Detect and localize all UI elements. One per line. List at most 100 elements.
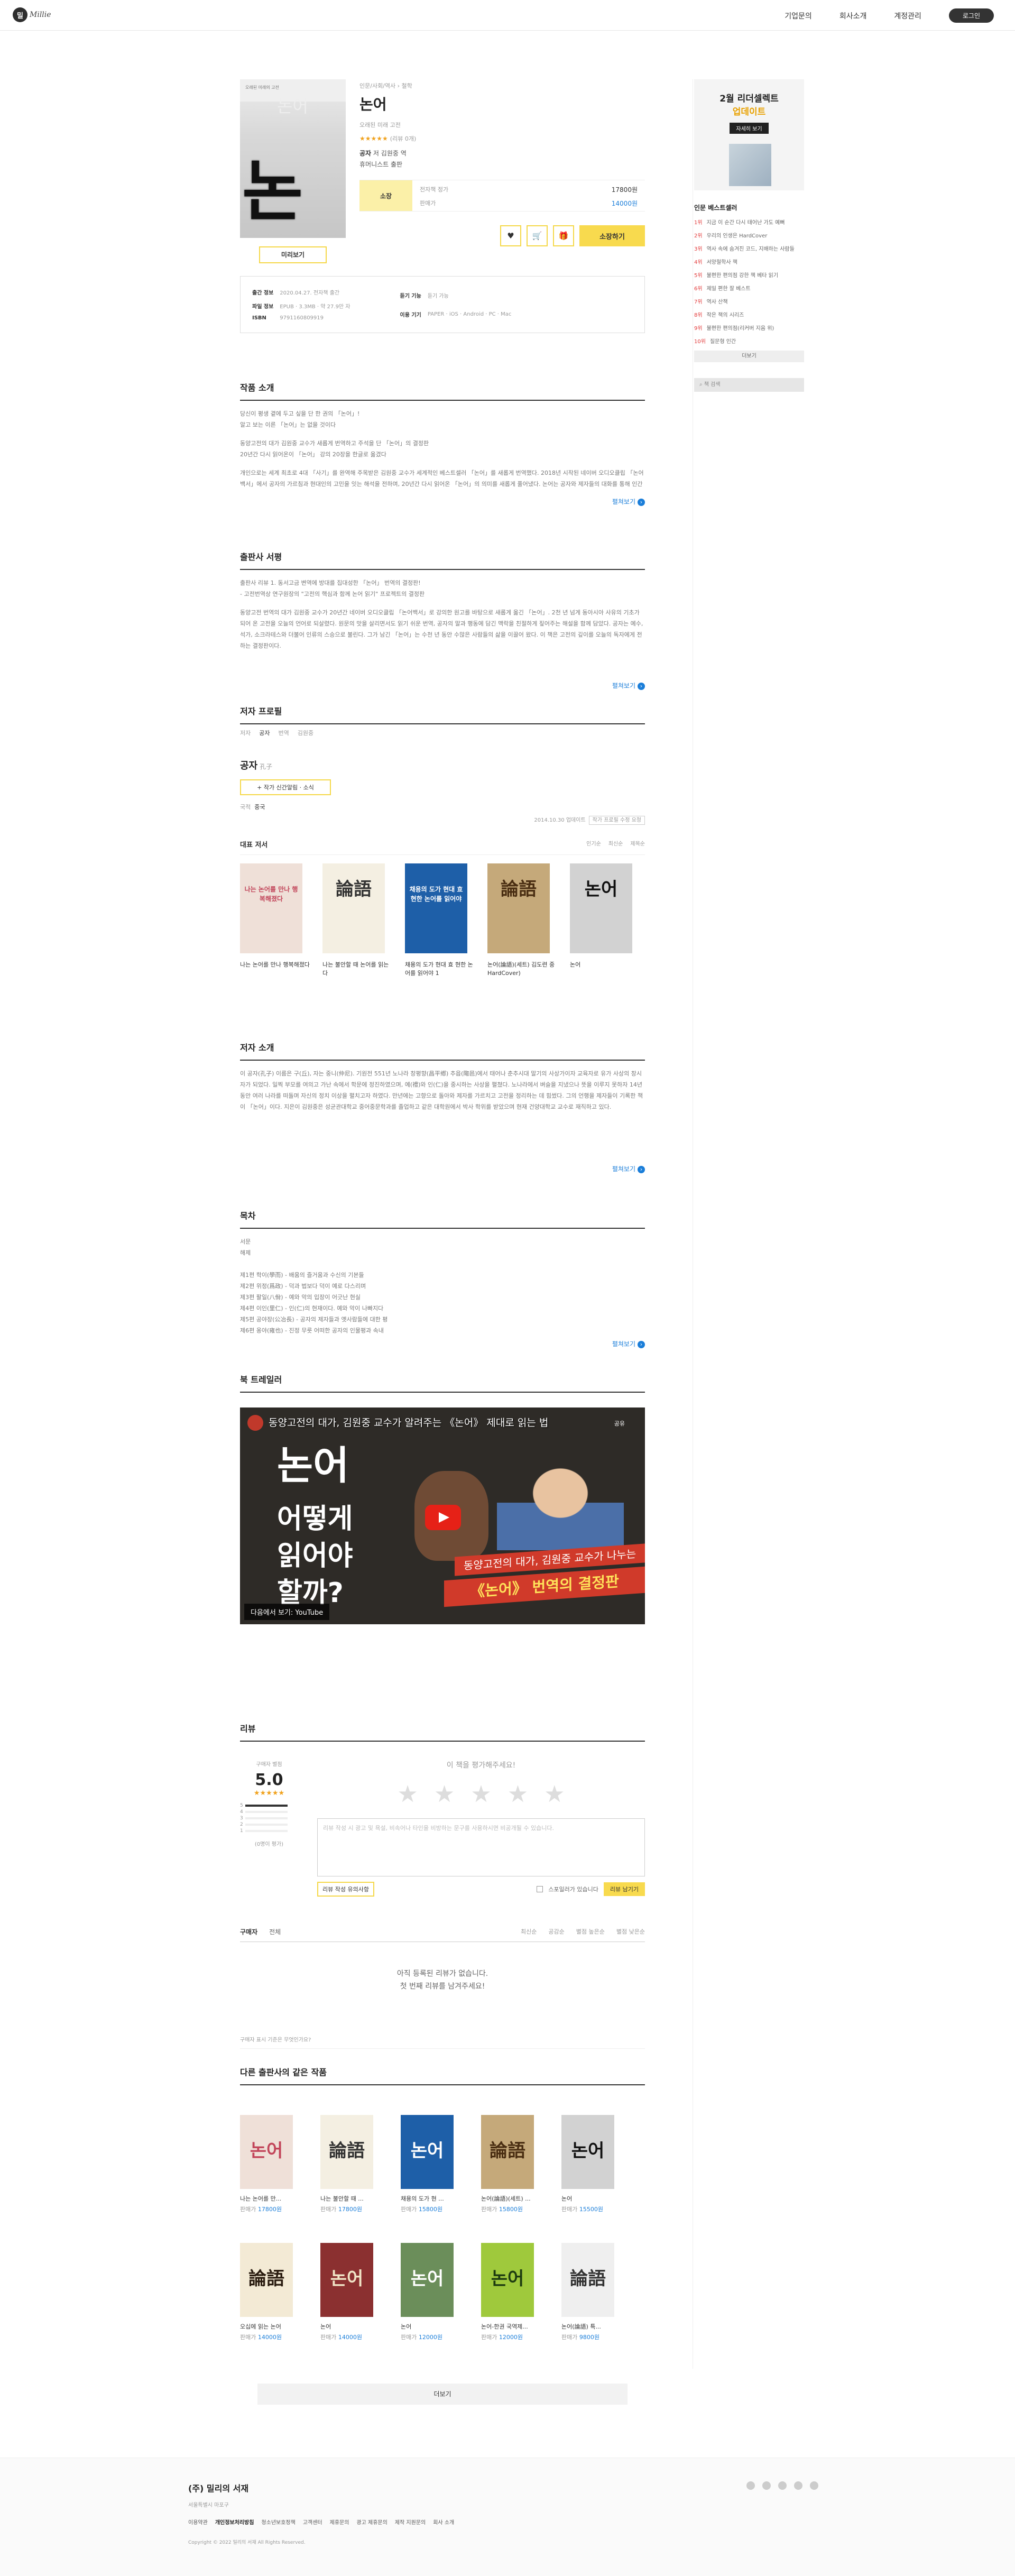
star-rating-icon[interactable]: ★ [434, 1781, 455, 1808]
more-button[interactable]: 더보기 [257, 2384, 628, 2405]
star-rating-icon[interactable]: ★ [508, 1781, 528, 1808]
profile-edit-request[interactable]: 작가 프로필 수정 요청 [588, 816, 645, 825]
promo-button[interactable]: 자세히 보기 [730, 123, 769, 134]
author-link[interactable]: 공자 [359, 150, 371, 157]
edition-title[interactable]: 나는 논어를 만... [240, 2194, 302, 2203]
author-tab-confucius[interactable]: 공자 [259, 729, 270, 737]
bestseller-item[interactable]: 8위 작은 책의 시리즈 [694, 309, 804, 322]
bestseller-item[interactable]: 2위 우리의 인생은 HardCover [694, 229, 804, 243]
footer-link[interactable]: 이용약관 [188, 2518, 208, 2526]
nav-company-info[interactable]: 회사소개 [839, 11, 867, 21]
book-cover[interactable]: 나는 논어를 만나 행복해졌다 [240, 863, 302, 953]
bestseller-item[interactable]: 1위 지금 이 순간 다시 태어난 가도 예뻐 [694, 216, 804, 229]
rep-book[interactable]: 論語 논어(論語)(세트) 김도련 중 HardCover) [487, 863, 558, 978]
book-cover[interactable]: 論語 [240, 2243, 293, 2317]
book-cover[interactable]: 논어 [401, 2243, 454, 2317]
facebook-icon[interactable] [778, 2481, 787, 2490]
edition-item[interactable]: 논어 논어 판매가 15500원 [561, 2115, 624, 2213]
expand-link[interactable]: 펼쳐보기 [240, 681, 645, 690]
expand-link[interactable]: 펼쳐보기 [240, 1164, 645, 1173]
rep-book-title[interactable]: 나는 논어를 만나 행복해졌다 [240, 961, 311, 978]
edition-item[interactable]: 논어 논어-한권 국역제... 판매가 12000원 [481, 2243, 543, 2341]
rep-book-title[interactable]: 논어(論語)(세트) 김도련 중 HardCover) [487, 961, 558, 978]
search-input[interactable]: ⌕ 책 검색 [694, 378, 804, 392]
tab-all[interactable]: 전체 [269, 1927, 281, 1936]
post-icon[interactable] [810, 2481, 818, 2490]
gift-icon[interactable]: 🎁 [553, 225, 574, 246]
bestseller-item[interactable]: 4위 서양철학사 책 [694, 256, 804, 269]
edition-title[interactable]: 오십에 읽는 논어 [240, 2322, 302, 2331]
trailer-video[interactable]: 동양고전의 대가, 김원중 교수가 알려주는 《논어》 제대로 읽는 법 공유 … [240, 1407, 645, 1624]
rep-sort-title[interactable]: 제목순 [630, 839, 645, 849]
rep-book[interactable]: 논어 논어 [570, 863, 641, 978]
rep-book[interactable]: 채용의 도가 현대 효 현한 논어를 읽어야 채용의 도가 현대 효 현한 논어를… [405, 863, 476, 978]
bestseller-more-button[interactable]: 더보기 [694, 351, 804, 362]
youtube-link[interactable]: 다음에서 보기: YouTube [244, 1604, 330, 1620]
rep-sort-latest[interactable]: 최신순 [608, 839, 623, 849]
star-rating-icon[interactable]: ★ [470, 1781, 491, 1808]
edition-title[interactable]: 논어(論語)(세트) ... [481, 2194, 543, 2203]
footer-link[interactable]: 청소년보호정책 [261, 2518, 295, 2526]
breadcrumb[interactable]: 인문/사회/역사 › 철학 [359, 81, 645, 90]
rep-book-title[interactable]: 채용의 도가 현대 효 현한 논어를 읽어야 1 [405, 961, 476, 978]
book-cover[interactable]: 論語 [561, 2243, 614, 2317]
bestseller-item[interactable]: 3위 역사 속에 숨겨진 코드, 지배하는 사람들 [694, 243, 804, 256]
share-icon[interactable]: 공유 [614, 1419, 625, 1428]
bestseller-item[interactable]: 10위 질문형 인간 [694, 335, 804, 348]
publisher[interactable]: 휴머니스트 출판 [359, 159, 645, 170]
book-cover[interactable]: 論語 [487, 863, 550, 953]
book-cover[interactable]: 논어 [320, 2243, 373, 2317]
edition-item[interactable]: 論語 논어(論語)(세트) ... 판매가 15800원 [481, 2115, 543, 2213]
footer-link[interactable]: 제휴문의 [330, 2518, 349, 2526]
edition-title[interactable]: 논어 [320, 2322, 383, 2331]
youtube-icon[interactable] [746, 2481, 755, 2490]
rep-sort-popular[interactable]: 인기순 [586, 839, 601, 849]
book-cover[interactable]: 論語 [322, 863, 385, 953]
book-cover[interactable]: 논어 [240, 2115, 293, 2189]
expand-link[interactable]: 펼쳐보기 [240, 497, 645, 506]
book-cover[interactable]: 논어 [401, 2115, 454, 2189]
expand-link[interactable]: 펼쳐보기 [240, 1339, 645, 1348]
edition-title[interactable]: 논어(論語) 특... [561, 2322, 624, 2331]
edition-item[interactable]: 논어 논어 판매가 12000원 [401, 2243, 463, 2341]
rep-book-title[interactable]: 논어 [570, 961, 641, 978]
edition-title[interactable]: 채용의 도가 현 ... [401, 2194, 463, 2203]
channel-avatar[interactable] [247, 1415, 263, 1431]
footer-link[interactable]: 광고 제휴문의 [356, 2518, 387, 2526]
video-title[interactable]: 동양고전의 대가, 김원중 교수가 알려주는 《논어》 제대로 읽는 법 [269, 1415, 592, 1429]
star-rating-icon[interactable]: ★ [397, 1781, 418, 1808]
bestseller-item[interactable]: 9위 불편한 편의점(리커버 지음 위) [694, 322, 804, 335]
edition-item[interactable]: 論語 논어(論語) 특... 판매가 9800원 [561, 2243, 624, 2341]
edition-item[interactable]: 논어 나는 논어를 만... 판매가 17800원 [240, 2115, 302, 2213]
edition-item[interactable]: 논어 채용의 도가 현 ... 판매가 15800원 [401, 2115, 463, 2213]
play-icon[interactable] [425, 1505, 461, 1530]
buy-button[interactable]: 소장하기 [579, 225, 645, 246]
instagram-icon[interactable] [762, 2481, 771, 2490]
nav-account[interactable]: 계정관리 [894, 11, 921, 21]
edition-item[interactable]: 論語 오십에 읽는 논어 판매가 14000원 [240, 2243, 302, 2341]
book-cover[interactable]: 논어 [481, 2243, 534, 2317]
nav-business-inquiry[interactable]: 기업문의 [785, 11, 812, 21]
bestseller-item[interactable]: 7위 역사 산책 [694, 296, 804, 309]
like-icon[interactable]: ♥ [500, 225, 521, 246]
footer-link[interactable]: 회사 소개 [433, 2518, 454, 2526]
sort-high[interactable]: 별점 높은순 [576, 1927, 605, 1936]
footer-link[interactable]: 개인정보처리방침 [215, 2518, 254, 2526]
logo[interactable]: 밀 Millie [13, 7, 51, 22]
edition-title[interactable]: 논어 [561, 2194, 624, 2203]
promo-banner[interactable]: 2월 리더셀렉트 업데이트 자세히 보기 [694, 79, 804, 190]
footer-link[interactable]: 고객센터 [303, 2518, 322, 2526]
blog-icon[interactable] [794, 2481, 802, 2490]
book-cover[interactable]: 論語 [320, 2115, 373, 2189]
sort-latest[interactable]: 최신순 [521, 1927, 537, 1936]
tab-buyers[interactable]: 구매자 [240, 1927, 257, 1936]
spoiler-checkbox[interactable] [537, 1886, 543, 1892]
book-cover[interactable]: 논어 [570, 863, 632, 953]
bestseller-item[interactable]: 6위 제일 편한 잘 베스트 [694, 282, 804, 296]
cart-icon[interactable]: 🛒 [527, 225, 548, 246]
sort-likes[interactable]: 공감순 [548, 1927, 564, 1936]
rep-book[interactable]: 나는 논어를 만나 행복해졌다 나는 논어를 만나 행복해졌다 [240, 863, 311, 978]
buyer-note-link[interactable]: 구매자 표시 기준은 무엇인가요? [240, 2035, 645, 2049]
book-cover[interactable]: 논어 [561, 2115, 614, 2189]
preview-button[interactable]: 미리보기 [259, 246, 327, 263]
